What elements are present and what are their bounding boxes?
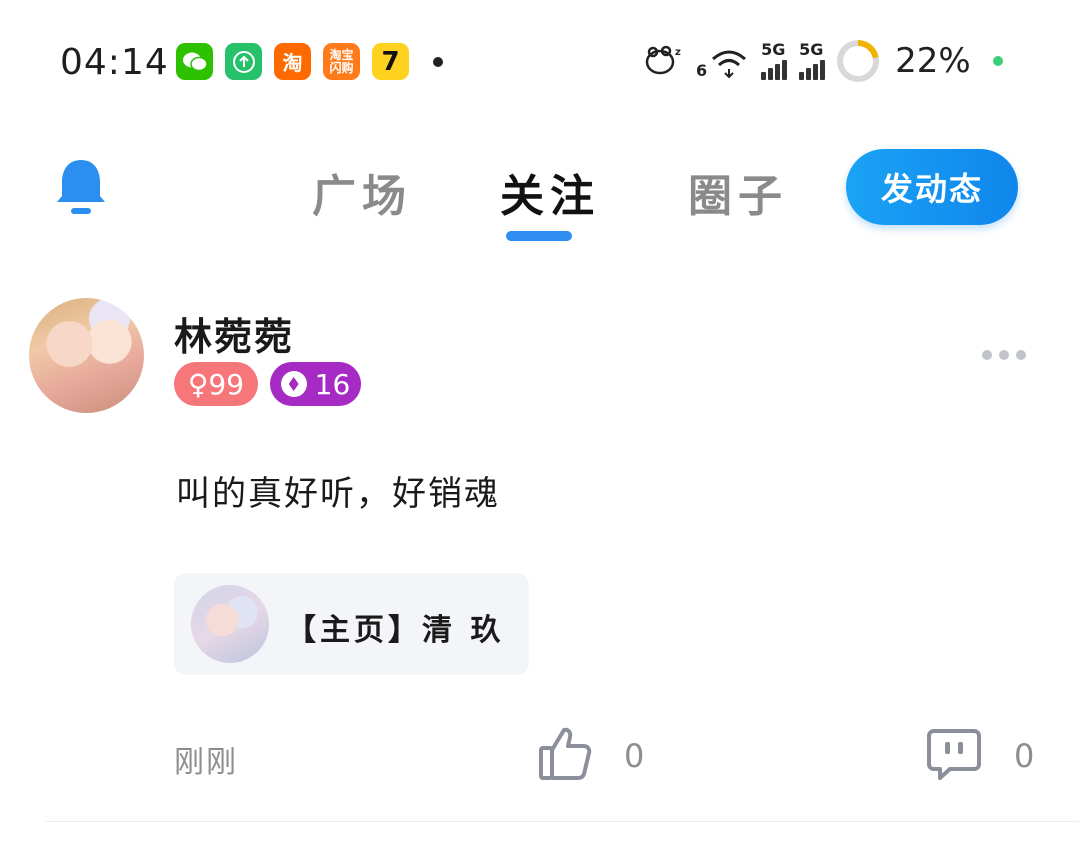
svg-text:z: z — [675, 47, 681, 58]
tab-following[interactable]: 关注 — [500, 160, 600, 224]
diamond-icon — [280, 371, 307, 397]
notification-icons: 淘 淘宝 闪购 7 — [176, 43, 443, 80]
avatar[interactable] — [29, 298, 144, 413]
link-thumbnail — [191, 585, 269, 663]
notification-bell-icon[interactable] — [54, 156, 108, 218]
like-icon[interactable] — [538, 726, 592, 782]
comment-icon[interactable] — [926, 728, 982, 782]
taobao-icon: 淘 — [274, 43, 311, 80]
tab-square[interactable]: 广场 — [312, 160, 412, 224]
link-title: 【主页】清 玖 — [286, 613, 505, 648]
wifi-icon: 6 — [696, 43, 749, 79]
signal-icon-1: 5G — [761, 40, 788, 80]
network-type-2: 5G — [799, 40, 824, 59]
tab-bar: 广场 关注 圈子 — [312, 160, 788, 224]
post-content: 叫的真好听，好销魂 — [176, 474, 500, 514]
network-type-1: 5G — [761, 40, 786, 59]
more-notifications-dot — [433, 56, 443, 67]
status-bar: 04:14 淘 淘宝 闪购 7 z 6 5G 5G 22% — [0, 0, 1079, 125]
privacy-indicator-dot — [992, 56, 1003, 66]
tab-circles[interactable]: 圈子 — [688, 160, 788, 224]
cat-app-icon: 7 — [372, 43, 409, 80]
level-value: 16 — [314, 367, 351, 401]
level-badge: 16 — [270, 362, 361, 406]
sleep-mode-icon: z — [644, 43, 684, 80]
system-icons: z 6 5G 5G 22% — [644, 40, 1003, 82]
more-options-button[interactable] — [982, 350, 1026, 360]
signal-icon-2: 5G — [799, 40, 826, 80]
wifi-sub-label: 6 — [696, 61, 708, 80]
post-divider — [46, 821, 1079, 822]
status-time: 04:14 — [60, 42, 169, 83]
wechat-icon — [176, 43, 213, 80]
username[interactable]: 林菀菀 — [174, 306, 294, 361]
comment-count: 0 — [1014, 737, 1035, 775]
battery-icon — [837, 40, 880, 82]
link-card[interactable]: 【主页】清 玖 — [174, 573, 529, 675]
upload-icon — [225, 43, 262, 80]
active-tab-indicator — [506, 231, 572, 241]
screen: 04:14 淘 淘宝 闪购 7 z 6 5G 5G 22% 广场 关注 圈子 发… — [0, 0, 1079, 859]
gender-badge: ♀99 — [174, 362, 258, 406]
post-timestamp: 刚刚 — [174, 745, 238, 780]
battery-percent: 22% — [895, 41, 971, 81]
taobao-flash-icon: 淘宝 闪购 — [323, 43, 360, 80]
post-button[interactable]: 发动态 — [846, 149, 1018, 225]
like-count: 0 — [624, 737, 645, 775]
